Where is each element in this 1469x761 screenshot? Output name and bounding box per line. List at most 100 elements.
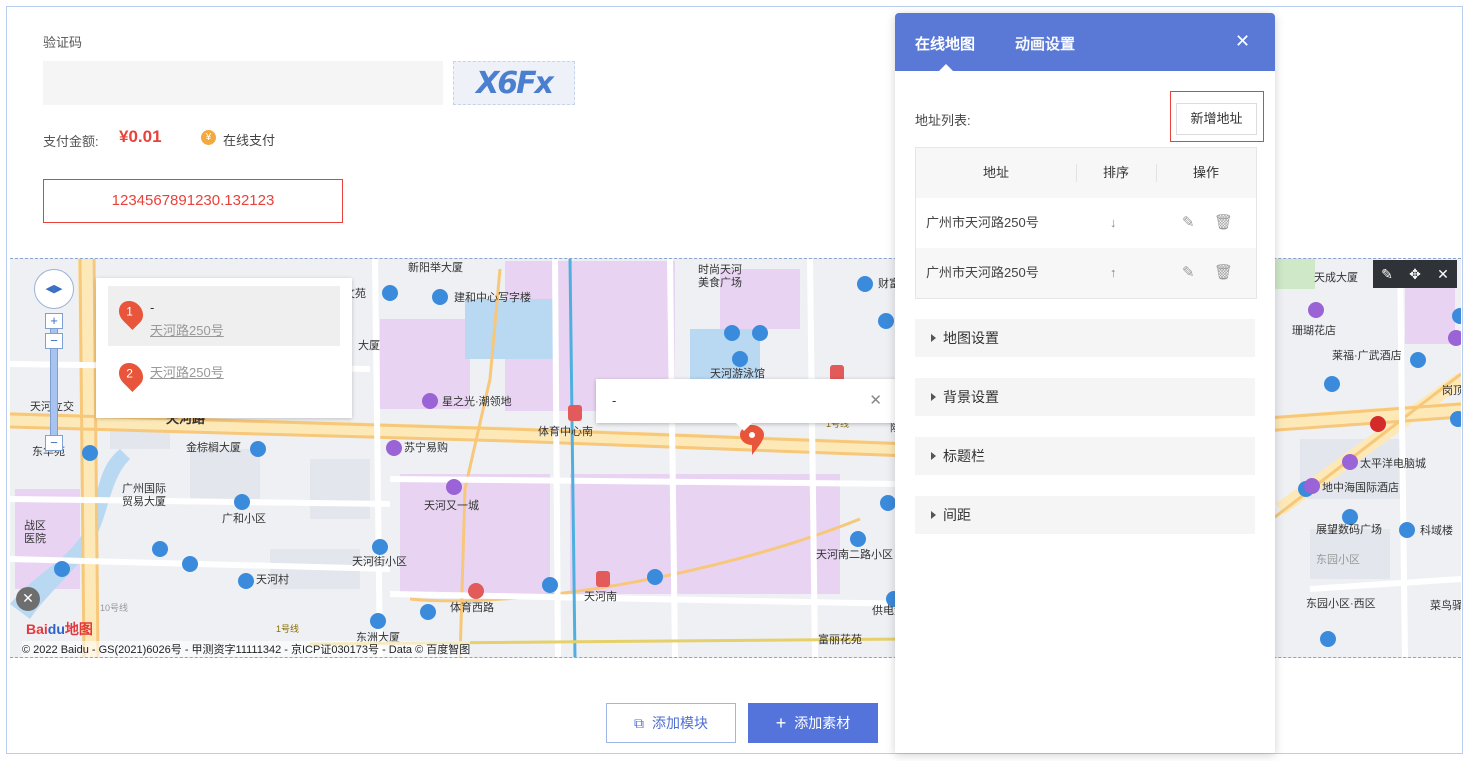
svg-text:美食广场: 美食广场 xyxy=(698,275,742,289)
edit-icon[interactable]: ✎ xyxy=(1182,198,1195,248)
section-background-settings[interactable]: 背景设置 xyxy=(915,378,1255,416)
pay-amount-label: 支付金额: xyxy=(43,134,99,149)
captcha-input[interactable] xyxy=(43,61,443,105)
svg-text:科域楼: 科域楼 xyxy=(1420,523,1453,537)
caret-right-icon xyxy=(931,511,936,519)
number-field[interactable]: 1234567891230.132123 xyxy=(43,179,343,223)
address-list-label: 地址列表: xyxy=(915,113,971,128)
table-row: 广州市天河路250号 ↓ ✎ 🗑 xyxy=(916,198,1256,248)
svg-text:东园小区: 东园小区 xyxy=(1316,553,1360,566)
zoom-in-button[interactable]: + xyxy=(45,313,63,329)
svg-text:广州国际: 广州国际 xyxy=(122,482,166,495)
svg-text:天河游泳馆: 天河游泳馆 xyxy=(710,366,765,380)
svg-text:菜鸟驿: 菜鸟驿 xyxy=(1430,598,1461,612)
map-pin-icon: 2 xyxy=(114,358,148,392)
remove-icon[interactable]: ✕ xyxy=(16,587,40,611)
popup-item-title: - xyxy=(150,300,155,315)
info-close-icon[interactable]: ✕ xyxy=(869,391,882,409)
svg-text:地中海国际酒店: 地中海国际酒店 xyxy=(1322,480,1399,494)
caret-right-icon xyxy=(931,393,936,401)
baidu-logo: Baidu地图 xyxy=(26,621,93,637)
svg-text:岗顶: 岗顶 xyxy=(1442,384,1461,397)
svg-text:天河街小区: 天河街小区 xyxy=(352,554,407,568)
table-row: 广州市天河路250号 ↑ ✎ 🗑 xyxy=(916,248,1256,298)
caret-right-icon xyxy=(931,334,936,342)
info-window-pointer xyxy=(736,423,752,431)
zoom-out-button[interactable]: − xyxy=(45,435,63,451)
svg-text:天河又一城: 天河又一城 xyxy=(424,499,479,512)
svg-text:莱福·广武酒店: 莱福·广武酒店 xyxy=(1332,348,1402,362)
svg-text:天成大厦: 天成大厦 xyxy=(1314,270,1358,284)
svg-text:金棕榈大厦: 金棕榈大厦 xyxy=(186,440,241,454)
col-actions: 操作 xyxy=(1192,165,1219,180)
coin-icon: ¥ xyxy=(201,130,216,145)
map-pin-icon: 1 xyxy=(114,296,148,330)
add-address-button[interactable]: 新增地址 xyxy=(1176,103,1257,135)
panel-close-icon[interactable]: ✕ xyxy=(1235,31,1250,52)
add-module-button[interactable]: ⧉ 添加模块 xyxy=(606,703,736,743)
svg-text:大厦: 大厦 xyxy=(358,338,380,352)
info-window-title: - xyxy=(612,393,617,408)
svg-text:太平洋电脑城: 太平洋电脑城 xyxy=(1360,456,1426,470)
svg-text:展望数码广场: 展望数码广场 xyxy=(1316,522,1382,536)
svg-text:苏宁易购: 苏宁易购 xyxy=(404,440,448,454)
svg-text:新阳举大厦: 新阳举大厦 xyxy=(408,260,463,274)
delete-icon[interactable]: 🗑 xyxy=(1214,248,1233,298)
popup-item-1[interactable]: 1 - 天河路250号 xyxy=(108,286,340,346)
sort-down-icon[interactable]: ↓ xyxy=(1110,198,1117,248)
address-table: 地址 排序 操作 广州市天河路250号 ↓ ✎ 🗑 广州市天河路250号 ↑ ✎… xyxy=(915,147,1257,299)
address-popup-list: 1 - 天河路250号 2 天河路250号 xyxy=(96,278,352,418)
edit-icon[interactable]: ✎ xyxy=(1381,266,1393,283)
svg-text:广和小区: 广和小区 xyxy=(222,512,266,525)
close-icon[interactable]: ✕ xyxy=(1437,266,1449,283)
captcha-image[interactable]: X6Fx xyxy=(453,61,575,105)
table-header-row: 地址 排序 操作 xyxy=(916,148,1256,198)
map-pan-control[interactable]: ◀▶ xyxy=(34,269,74,309)
svg-text:天河村: 天河村 xyxy=(256,572,289,586)
svg-text:星之光·潮领地: 星之光·潮领地 xyxy=(442,394,512,408)
col-address: 地址 xyxy=(982,165,1009,180)
panel-header: 在线地图 动画设置 ✕ xyxy=(895,13,1275,71)
svg-text:富丽花苑: 富丽花苑 xyxy=(818,632,862,646)
move-icon[interactable]: ✥ xyxy=(1409,266,1421,283)
settings-panel: 在线地图 动画设置 ✕ 地址列表: 新增地址 地址 排序 操作 广州市天河路25… xyxy=(895,13,1275,753)
captcha-label: 验证码 xyxy=(43,35,83,50)
map-info-window: - ✕ xyxy=(596,379,896,431)
svg-text:珊瑚花店: 珊瑚花店 xyxy=(1292,323,1336,337)
svg-text:体育中心南: 体育中心南 xyxy=(538,424,593,438)
row-address: 广州市天河路250号 xyxy=(926,265,1039,280)
sort-up-icon[interactable]: ↑ xyxy=(1110,248,1117,298)
delete-icon[interactable]: 🗑 xyxy=(1214,198,1233,248)
map-copyright: © 2022 Baidu - GS(2021)6026号 - 甲测资字11111… xyxy=(22,641,471,657)
section-spacing[interactable]: 间距 xyxy=(915,496,1255,534)
plus-icon: + xyxy=(775,712,787,733)
svg-text:贸易大厦: 贸易大厦 xyxy=(122,494,166,508)
svg-text:战区: 战区 xyxy=(24,519,46,532)
svg-text:1号线: 1号线 xyxy=(276,623,299,634)
popup-item-address[interactable]: 天河路250号 xyxy=(150,362,224,381)
row-address: 广州市天河路250号 xyxy=(926,215,1039,230)
svg-text:体育西路: 体育西路 xyxy=(450,600,494,614)
col-sort: 排序 xyxy=(1102,165,1129,180)
online-pay-label[interactable]: 在线支付 xyxy=(223,130,275,149)
edit-icon[interactable]: ✎ xyxy=(1182,248,1195,298)
map-toolbar: ✎ ✥ ✕ xyxy=(1373,260,1457,288)
svg-text:天河南二路小区: 天河南二路小区 xyxy=(816,548,893,561)
section-title-bar[interactable]: 标题栏 xyxy=(915,437,1255,475)
svg-text:建和中心写字楼: 建和中心写字楼 xyxy=(454,290,531,304)
add-material-button[interactable]: + 添加素材 xyxy=(748,703,878,743)
svg-text:医院: 医院 xyxy=(24,531,46,545)
caret-right-icon xyxy=(931,452,936,460)
svg-text:天河南: 天河南 xyxy=(584,590,617,603)
module-icon: ⧉ xyxy=(634,714,644,731)
tab-animation-settings[interactable]: 动画设置 xyxy=(1015,33,1075,54)
pay-amount-value: ¥0.01 xyxy=(119,127,162,146)
popup-item-address[interactable]: 天河路250号 xyxy=(150,320,224,339)
tab-online-map[interactable]: 在线地图 xyxy=(915,33,975,54)
svg-text:东园小区·西区: 东园小区·西区 xyxy=(1306,597,1376,610)
popup-item-2[interactable]: 2 天河路250号 xyxy=(108,352,340,412)
active-tab-indicator xyxy=(939,64,953,71)
zoom-thumb[interactable]: − xyxy=(45,333,63,349)
svg-text:时尚天河: 时尚天河 xyxy=(698,262,742,276)
section-map-settings[interactable]: 地图设置 xyxy=(915,319,1255,357)
